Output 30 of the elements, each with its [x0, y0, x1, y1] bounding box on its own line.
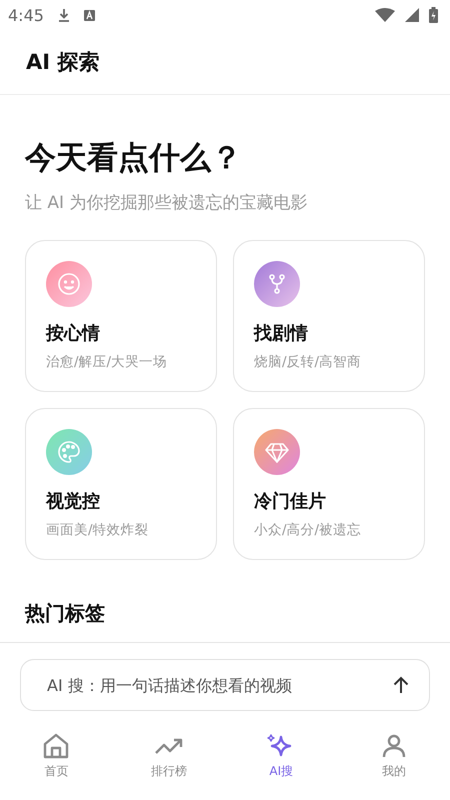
card-title: 视觉控 — [46, 490, 101, 513]
card-title: 找剧情 — [254, 322, 309, 345]
branch-icon — [254, 261, 300, 307]
battery-icon — [429, 7, 438, 23]
card-tags: 烧脑/反转/高智商 — [254, 353, 404, 371]
signal-icon — [405, 8, 419, 22]
smiley-icon — [46, 261, 92, 307]
category-card[interactable]: 冷门佳片 小众/高分/被遗忘 — [233, 408, 425, 560]
search-bar[interactable]: AI 搜：用一句话描述你想看的视频 — [20, 659, 430, 711]
category-card[interactable]: 按心情 治愈/解压/大哭一场 — [25, 240, 217, 392]
card-tags: 治愈/解压/大哭一场 — [46, 353, 196, 371]
search-field[interactable]: AI 搜：用一句话描述你想看的视频 — [45, 674, 393, 696]
app-icon — [84, 10, 95, 20]
category-card[interactable]: 找剧情 烧脑/反转/高智商 — [233, 240, 425, 392]
nav-tab[interactable]: AI搜 — [225, 731, 338, 780]
page-title: AI 探索 — [26, 49, 100, 76]
card-title: 冷门佳片 — [254, 490, 327, 513]
wifi-icon — [375, 8, 395, 22]
palette-icon — [46, 429, 92, 475]
status-time: 4:45 — [8, 6, 44, 24]
category-card[interactable]: 视觉控 画面美/特效炸裂 — [25, 408, 217, 560]
hero-title: 今天看点什么？ — [25, 139, 243, 178]
card-title: 按心情 — [46, 322, 101, 345]
send-icon[interactable] — [393, 676, 409, 694]
hero-subtitle: 让 AI 为你挖掘那些被遗忘的宝藏电影 — [25, 192, 308, 214]
card-tags: 画面美/特效炸裂 — [46, 521, 196, 539]
download-icon — [58, 8, 70, 22]
section-title: 热门标签 — [25, 600, 106, 627]
nav-tab[interactable]: 我的 — [338, 731, 450, 780]
card-tags: 小众/高分/被遗忘 — [254, 521, 404, 539]
